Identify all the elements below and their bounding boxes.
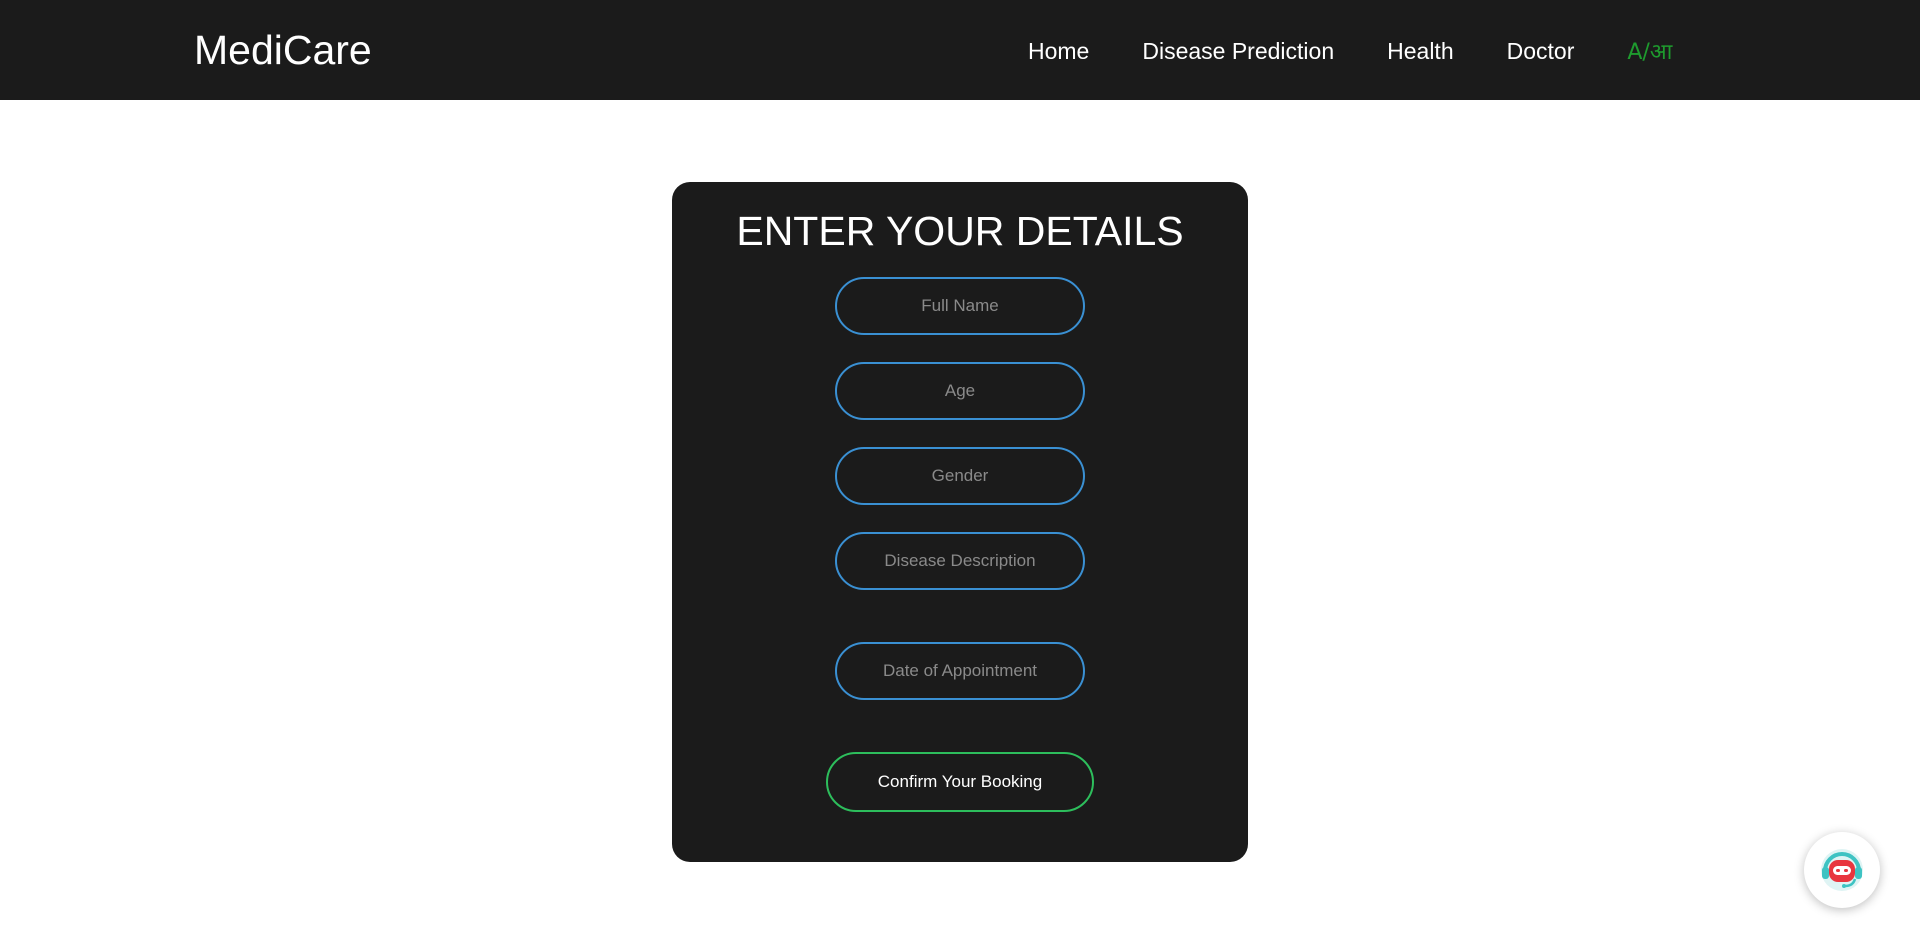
disease-description-input[interactable]	[835, 532, 1085, 590]
nav-link-doctor[interactable]: Doctor	[1507, 38, 1575, 65]
language-toggle[interactable]: A/आ	[1627, 36, 1672, 66]
chatbot-launcher[interactable]	[1804, 832, 1880, 908]
confirm-booking-button[interactable]: Confirm Your Booking	[826, 752, 1094, 812]
nav-link-home[interactable]: Home	[1028, 38, 1089, 65]
full-name-input[interactable]	[835, 277, 1085, 335]
form-title: ENTER YOUR DETAILS	[736, 208, 1184, 254]
brand-logo[interactable]: MediCare	[194, 26, 372, 74]
age-input[interactable]	[835, 362, 1085, 420]
top-navbar: MediCare Home Disease Prediction Health …	[0, 0, 1920, 100]
gender-input[interactable]	[835, 447, 1085, 505]
nav-link-disease-prediction[interactable]: Disease Prediction	[1142, 38, 1334, 65]
booking-form-card: ENTER YOUR DETAILS Confirm Your Booking	[672, 182, 1248, 862]
nav-link-health[interactable]: Health	[1387, 38, 1453, 65]
nav-menu: Home Disease Prediction Health Doctor A/…	[1028, 36, 1672, 66]
date-of-appointment-input[interactable]	[835, 642, 1085, 700]
robot-chat-icon	[1821, 849, 1863, 891]
